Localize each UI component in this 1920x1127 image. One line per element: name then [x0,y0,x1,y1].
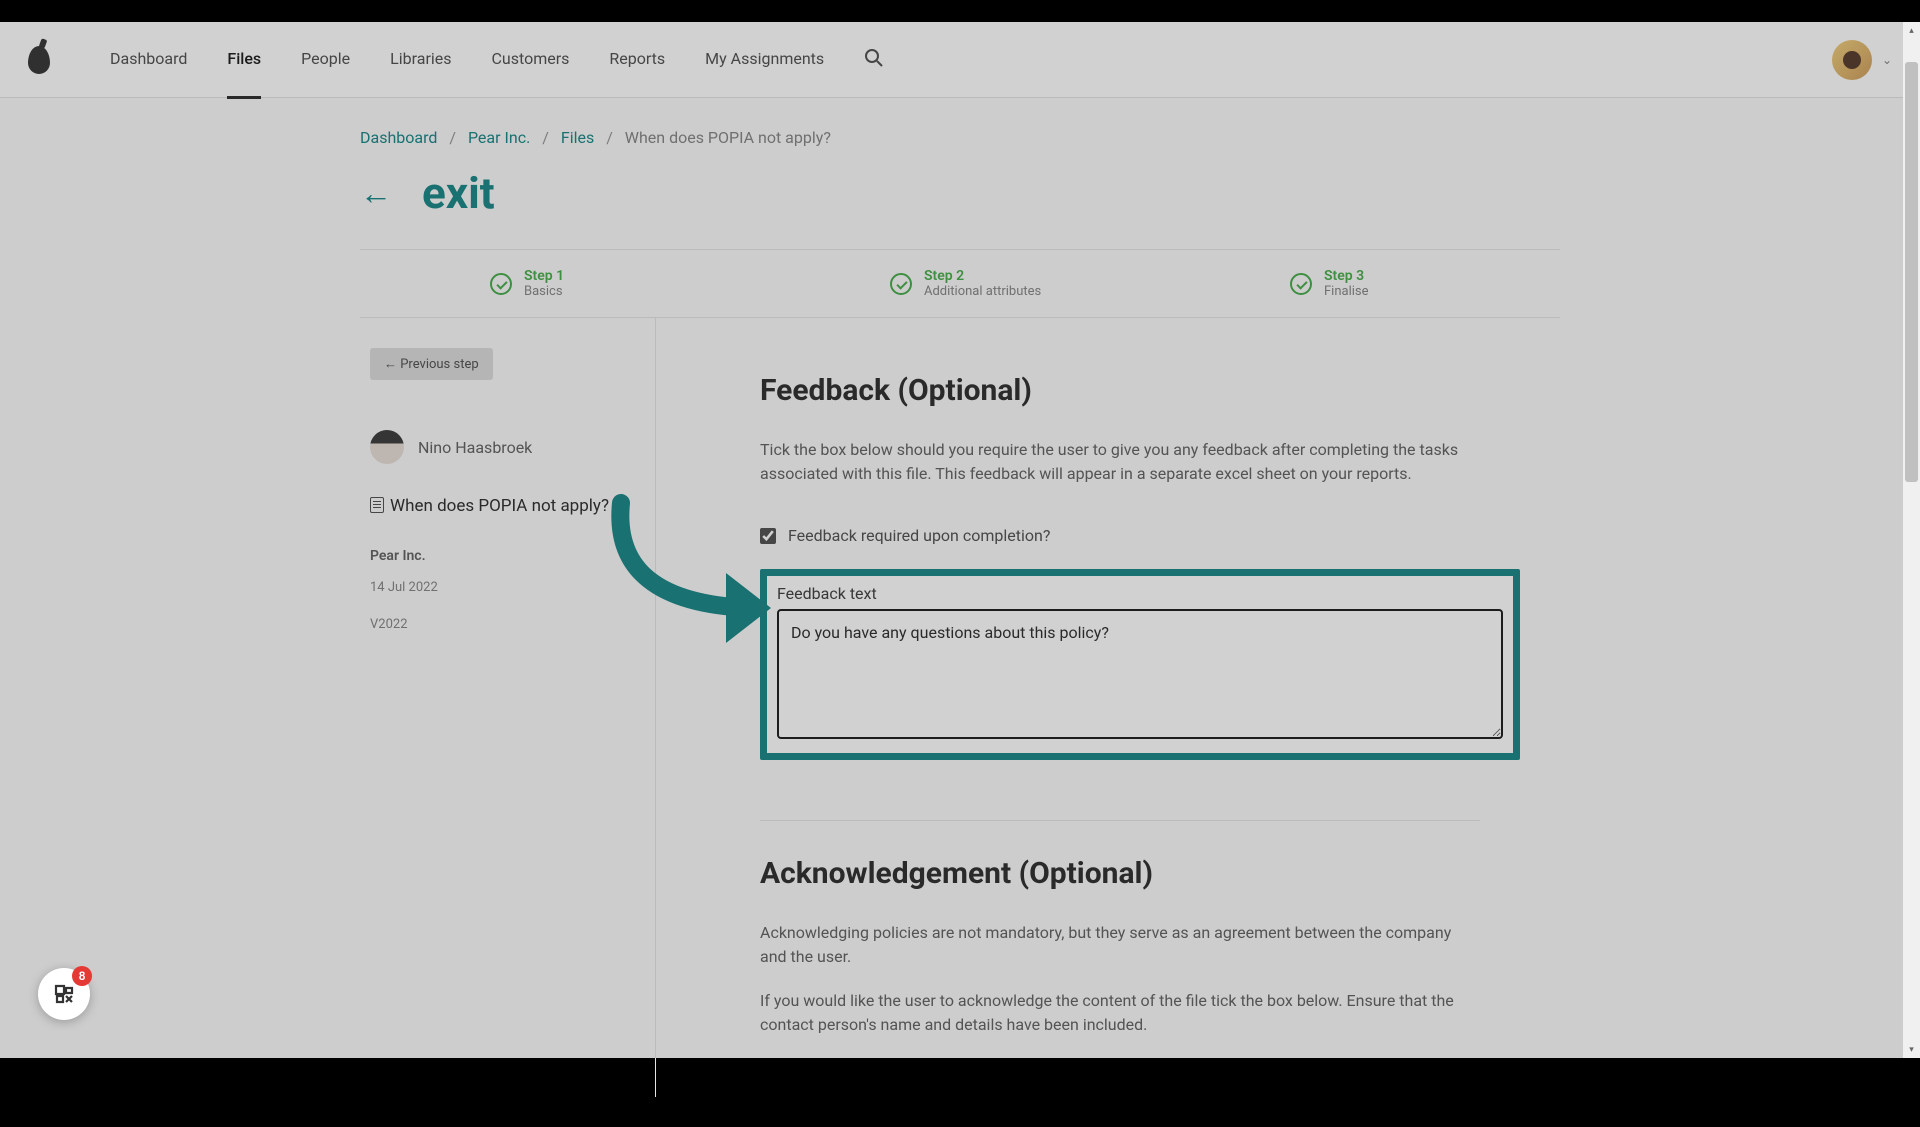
nav-my-assignments[interactable]: My Assignments [705,21,824,99]
step-indicator: Step 1 Basics Step 2 Additional attribut… [360,249,1560,318]
widget-badge: 8 [72,966,92,986]
scroll-up-icon[interactable]: ▴ [1903,22,1920,39]
crumb-current: When does POPIA not apply? [625,128,831,147]
step-subtitle: Finalise [1324,284,1369,299]
scroll-down-icon[interactable]: ▾ [1903,1041,1920,1058]
widget-icon [52,982,76,1006]
search-icon[interactable] [864,48,884,72]
divider [760,820,1480,821]
top-nav-bar: Dashboard Files People Libraries Custome… [0,22,1920,98]
left-sidebar: ← Previous step Nino Haasbroek When does… [360,318,656,1097]
crumb-files[interactable]: Files [561,128,594,147]
file-title-text: When does POPIA not apply? [390,496,609,516]
step-2[interactable]: Step 2 Additional attributes [760,268,1160,299]
user-avatar[interactable] [1832,40,1872,80]
date-label: 14 Jul 2022 [370,580,635,595]
breadcrumb: Dashboard / Pear Inc. / Files / When doe… [360,128,1560,147]
step-title: Step 2 [924,268,1041,284]
step-3[interactable]: Step 3 Finalise [1160,268,1560,299]
author-name: Nino Haasbroek [418,438,532,457]
feedback-text-input[interactable]: Do you have any questions about this pol… [777,609,1503,739]
nav-customers[interactable]: Customers [492,21,570,99]
file-title: When does POPIA not apply? [370,494,635,520]
nav-libraries[interactable]: Libraries [390,21,451,99]
scroll-thumb[interactable] [1905,62,1918,482]
back-arrow-icon[interactable]: ← [360,174,392,212]
check-circle-icon [890,273,912,295]
chevron-down-icon[interactable]: ⌄ [1882,53,1892,67]
crumb-sep: / [449,128,456,147]
feedback-description: Tick the box below should you require th… [760,438,1480,486]
check-circle-icon [490,273,512,295]
step-title: Step 3 [1324,268,1369,284]
main-form: Feedback (Optional) Tick the box below s… [656,318,1560,1097]
nav-dashboard[interactable]: Dashboard [110,21,187,99]
feedback-required-checkbox[interactable] [760,528,776,544]
acknowledgement-description-2: If you would like the user to acknowledg… [760,989,1470,1037]
version-label: V2022 [370,617,635,632]
step-subtitle: Additional attributes [924,284,1041,299]
main-nav: Dashboard Files People Libraries Custome… [110,21,824,99]
crumb-pear-inc[interactable]: Pear Inc. [468,128,530,147]
author-avatar [370,430,404,464]
nav-files[interactable]: Files [227,21,261,99]
feedback-text-label: Feedback text [777,584,1503,603]
crumb-dashboard[interactable]: Dashboard [360,128,437,147]
acknowledgement-heading: Acknowledgement (Optional) [760,856,1520,891]
feedback-heading: Feedback (Optional) [760,373,1520,408]
pear-logo-icon [28,46,50,74]
nav-reports[interactable]: Reports [609,21,665,99]
check-circle-icon [1290,273,1312,295]
file-icon [370,497,384,513]
step-subtitle: Basics [524,284,564,299]
step-title: Step 1 [524,268,564,284]
previous-step-button[interactable]: ← Previous step [370,348,493,380]
company-label: Pear Inc. [370,548,635,564]
step-1[interactable]: Step 1 Basics [360,268,760,299]
crumb-sep: / [606,128,613,147]
feedback-checkbox-label: Feedback required upon completion? [788,526,1050,545]
crumb-sep: / [542,128,549,147]
feedback-text-highlight: Feedback text Do you have any questions … [760,569,1520,760]
nav-people[interactable]: People [301,21,350,99]
acknowledgement-description-1: Acknowledging policies are not mandatory… [760,921,1470,969]
help-widget-button[interactable]: 8 [38,968,90,1020]
exit-link[interactable]: exit [422,167,495,219]
scrollbar[interactable] [1903,22,1920,1058]
